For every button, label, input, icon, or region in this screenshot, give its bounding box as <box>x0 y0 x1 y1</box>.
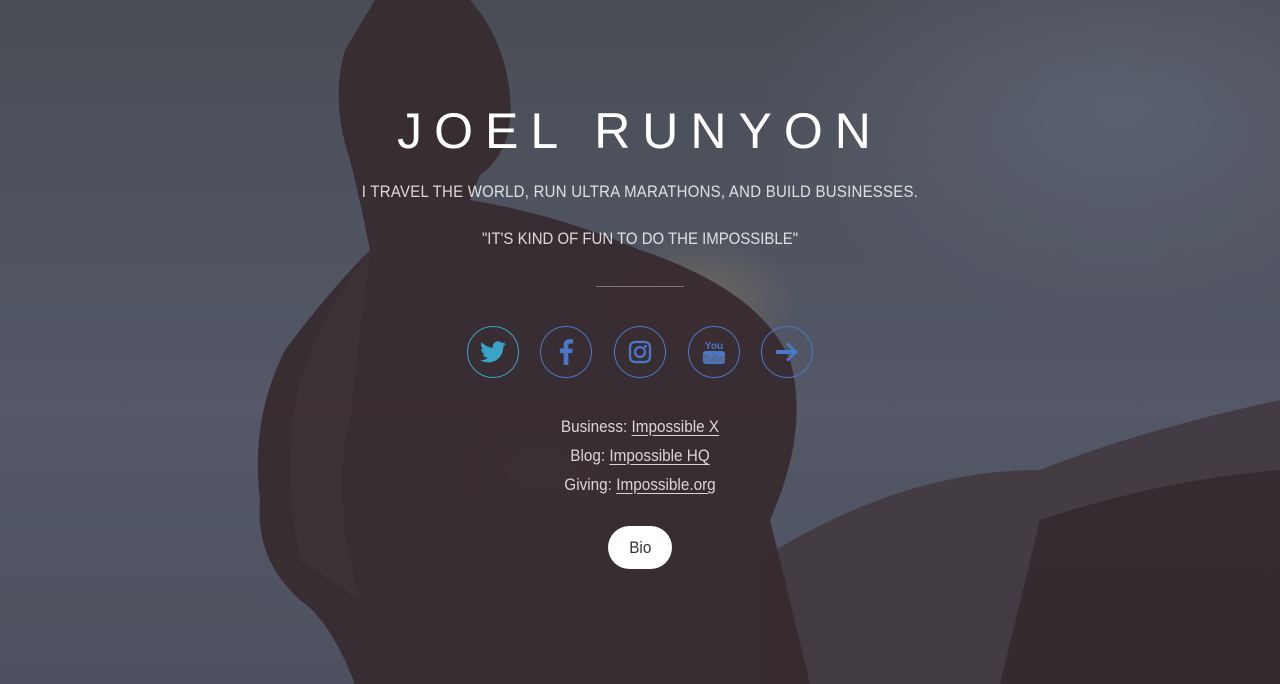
business-link[interactable]: Impossible X <box>631 417 719 436</box>
svg-text:You: You <box>705 341 723 352</box>
social-links: You Tube <box>0 326 1280 378</box>
tagline: I travel the world, run ultra marathons,… <box>361 182 919 201</box>
arrow-link-button[interactable] <box>761 326 813 378</box>
twitter-icon <box>480 341 506 363</box>
blog-link[interactable]: Impossible HQ <box>609 446 709 465</box>
blog-label: Blog: <box>570 446 606 465</box>
bio-button-label: Bio <box>628 538 652 557</box>
svg-text:Tube: Tube <box>702 354 726 365</box>
giving-label: Giving: <box>564 475 612 494</box>
business-label: Business: <box>560 417 628 436</box>
twitter-button[interactable] <box>467 326 519 378</box>
arrow-right-icon <box>776 342 798 362</box>
divider <box>596 286 684 287</box>
bio-button[interactable]: Bio <box>608 526 672 569</box>
facebook-button[interactable] <box>540 326 592 378</box>
giving-row: Giving: Impossible.org <box>64 470 1216 499</box>
giving-link[interactable]: Impossible.org <box>616 475 716 494</box>
youtube-button[interactable]: You Tube <box>688 326 740 378</box>
links-section: Business: Impossible X Blog: Impossible … <box>0 412 1280 499</box>
quote: "It's kind of fun to do the impossible" <box>481 229 799 248</box>
facebook-icon <box>559 339 573 365</box>
blog-row: Blog: Impossible HQ <box>64 441 1216 470</box>
site-title: JOEL RUNYON <box>397 103 883 159</box>
youtube-icon: You Tube <box>702 341 726 365</box>
instagram-icon <box>628 340 652 364</box>
instagram-button[interactable] <box>614 326 666 378</box>
business-row: Business: Impossible X <box>64 412 1216 441</box>
